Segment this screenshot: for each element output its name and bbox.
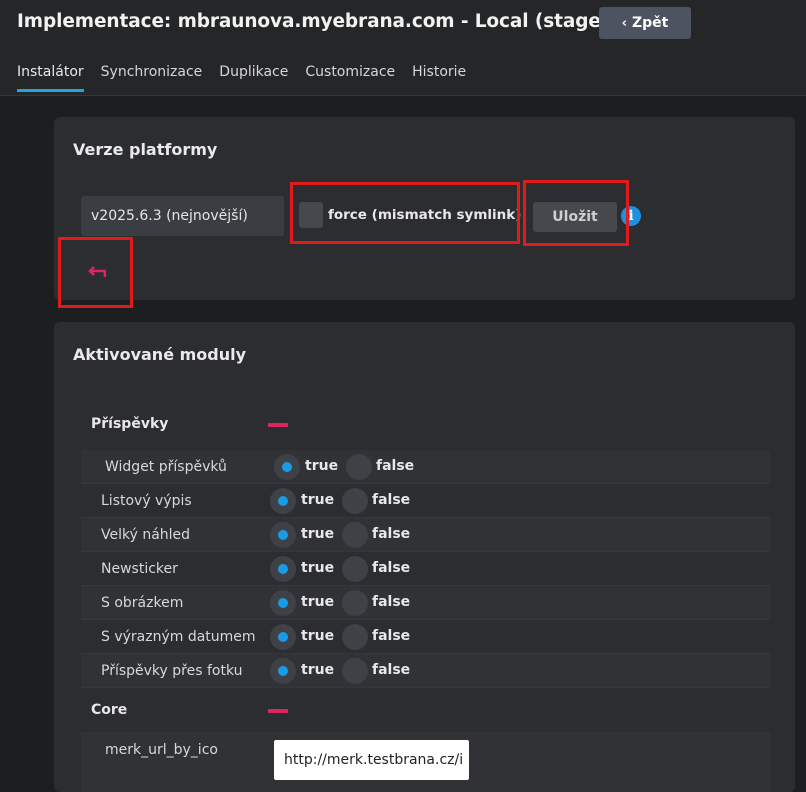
group-label-posts: Příspěvky (91, 416, 169, 432)
back-button-label: Zpět (631, 15, 669, 31)
radio-true[interactable] (270, 590, 296, 616)
module-row: Widget příspěvků true false (81, 450, 770, 484)
radio-true[interactable] (274, 454, 300, 480)
radio-false-label: false (372, 492, 411, 508)
platform-version-title: Verze platformy (73, 140, 218, 159)
collapse-minus-icon[interactable] (268, 709, 288, 713)
version-select[interactable]: v2025.6.3 (nejnovější) (81, 196, 284, 236)
radio-false-label: false (376, 458, 415, 474)
active-modules-card: Aktivované moduly Příspěvky Widget přísp… (54, 322, 795, 792)
chevron-left-icon: ‹ (621, 15, 627, 31)
core-field-key: merk_url_by_ico (105, 742, 218, 758)
tab-duplication[interactable]: Duplikace (219, 64, 288, 92)
merk-url-input[interactable] (274, 740, 469, 780)
radio-false[interactable] (342, 624, 368, 650)
radio-true[interactable] (270, 488, 296, 514)
radio-false[interactable] (342, 488, 368, 514)
module-label: S obrázkem (101, 594, 184, 611)
radio-false[interactable] (342, 658, 368, 684)
info-circle-icon[interactable]: i (621, 206, 641, 226)
radio-true-label: true (301, 526, 335, 542)
radio-true-label: true (301, 492, 335, 508)
radio-true-label: true (301, 594, 335, 610)
tab-bar: Instalátor Synchronizace Duplikace Custo… (17, 64, 483, 92)
module-label: Widget příspěvků (105, 458, 227, 475)
module-row: Listový výpis true false (81, 484, 770, 518)
radio-false-label: false (372, 628, 411, 644)
radio-false-label: false (372, 662, 411, 678)
tab-history[interactable]: Historie (412, 64, 466, 92)
radio-true-label: true (301, 628, 335, 644)
radio-true-label: true (301, 560, 335, 576)
radio-true[interactable] (270, 522, 296, 548)
undo-arrow-icon[interactable] (88, 265, 106, 279)
radio-false-label: false (372, 594, 411, 610)
tab-customization[interactable]: Customizace (305, 64, 395, 92)
module-label: Příspěvky přes fotku (101, 662, 243, 679)
top-bar: Implementace: mbraunova.myebrana.com - L… (0, 0, 806, 96)
module-label: Velký náhled (101, 526, 191, 543)
core-field-row: merk_url_by_ico (81, 732, 770, 792)
radio-true[interactable] (270, 556, 296, 582)
active-modules-title: Aktivované moduly (73, 345, 247, 364)
module-row: Velký náhled true false (81, 518, 770, 552)
radio-false[interactable] (342, 556, 368, 582)
group-label-core: Core (91, 702, 128, 718)
radio-true[interactable] (270, 658, 296, 684)
radio-false-label: false (372, 526, 411, 542)
collapse-minus-icon[interactable] (268, 423, 288, 427)
back-button[interactable]: ‹ Zpět (599, 7, 691, 39)
tab-synchronization[interactable]: Synchronizace (101, 64, 203, 92)
platform-version-card: Verze platformy v2025.6.3 (nejnovější) f… (54, 117, 795, 308)
radio-true-label: true (301, 662, 335, 678)
force-label: force (mismatch symlink) (328, 207, 522, 223)
module-row: Newsticker true false (81, 552, 770, 586)
module-row: S výrazným datumem true false (81, 620, 770, 654)
force-checkbox[interactable] (299, 202, 323, 228)
page-title: Implementace: mbraunova.myebrana.com - L… (17, 11, 610, 32)
radio-false[interactable] (342, 590, 368, 616)
module-row: S obrázkem true false (81, 586, 770, 620)
save-button[interactable]: Uložit (533, 202, 617, 232)
posts-module-list: Widget příspěvků true false Listový výpi… (81, 450, 770, 688)
module-label: Newsticker (101, 560, 178, 577)
radio-true[interactable] (270, 624, 296, 650)
radio-false[interactable] (342, 522, 368, 548)
module-row: Příspěvky přes fotku true false (81, 654, 770, 688)
tab-installer[interactable]: Instalátor (17, 64, 84, 92)
radio-true-label: true (305, 458, 339, 474)
module-label: S výrazným datumem (101, 628, 256, 645)
radio-false-label: false (372, 560, 411, 576)
radio-false[interactable] (346, 454, 372, 480)
module-label: Listový výpis (101, 492, 192, 509)
